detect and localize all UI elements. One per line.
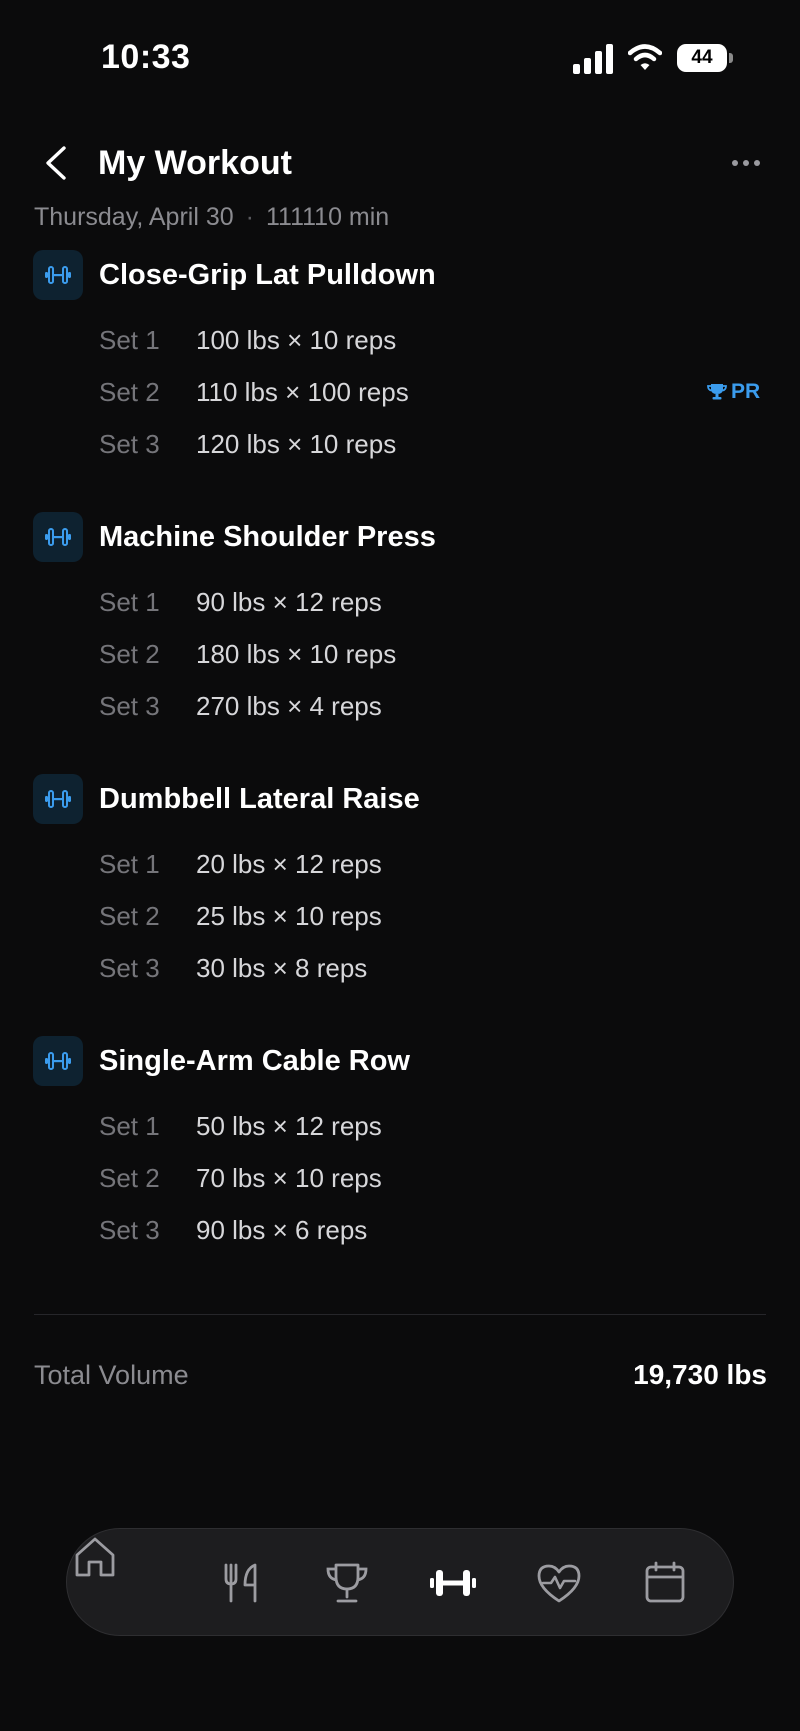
exercise-name: Single-Arm Cable Row [99,1045,410,1077]
back-button[interactable] [38,140,78,186]
status-time: 10:33 [101,38,191,76]
summary-divider [34,1314,766,1315]
set-row: Set 3 90 lbs × 6 reps [0,1210,800,1250]
exercise-icon-tile [33,774,83,824]
total-volume-value: 19,730 lbs [633,1359,767,1390]
dumbbell-icon [45,1052,71,1070]
set-label: Set 2 [99,1163,160,1193]
battery-icon: 44 [677,44,733,72]
more-options-button[interactable] [728,150,768,176]
set-row: Set 2 25 lbs × 10 reps [0,896,800,936]
wifi-icon [628,44,662,70]
set-row: Set 1 100 lbs × 10 reps [0,320,800,360]
exercise-name: Machine Shoulder Press [99,521,436,553]
set-value: 120 lbs × 10 reps [196,429,397,459]
heart-pulse-icon [537,1564,581,1603]
set-value: 90 lbs × 12 reps [196,587,382,617]
tab-calendar[interactable] [637,1555,693,1611]
tab-nutrition[interactable] [213,1555,269,1611]
set-label: Set 3 [99,953,160,983]
set-label: Set 3 [99,1215,160,1245]
set-value: 90 lbs × 6 reps [196,1215,368,1245]
set-row: Set 2 180 lbs × 10 reps [0,634,800,674]
set-value: 70 lbs × 10 reps [196,1163,382,1193]
set-label: Set 1 [99,849,160,879]
set-label: Set 3 [99,429,160,459]
set-value: 270 lbs × 4 reps [196,691,382,721]
set-row: Set 1 50 lbs × 12 reps [0,1106,800,1146]
set-row: Set 2 110 lbs × 100 reps PR [0,372,800,412]
tab-workout[interactable] [425,1555,481,1611]
exercise-icon-tile [33,1036,83,1086]
status-bar: 10:33 44 [0,0,800,120]
set-value: 100 lbs × 10 reps [196,325,397,355]
set-label: Set 2 [99,377,160,407]
set-label: Set 2 [99,639,160,669]
workout-date: Thursday, April 30 [34,203,234,231]
set-row: Set 2 70 lbs × 10 reps [0,1158,800,1198]
set-value: 180 lbs × 10 reps [196,639,397,669]
total-volume-label: Total Volume [34,1360,189,1390]
set-row: Set 1 20 lbs × 12 reps [0,844,800,884]
battery-level: 44 [677,44,727,72]
exercise-icon-tile [33,512,83,562]
fork-knife-icon [224,1563,257,1603]
set-label: Set 3 [99,691,160,721]
set-value: 110 lbs × 100 reps [196,377,409,407]
bottom-tab-bar [66,1528,734,1636]
set-row: Set 3 120 lbs × 10 reps [0,424,800,464]
calendar-icon [645,1561,685,1603]
set-row: Set 3 30 lbs × 8 reps [0,948,800,988]
set-value: 30 lbs × 8 reps [196,953,368,983]
page-title: My Workout [98,144,292,182]
pr-badge: PR [707,372,760,412]
set-value: 20 lbs × 12 reps [196,849,382,879]
dumbbell-icon [45,790,71,808]
workout-subtitle: Thursday, April 30 · 111110 min [34,203,389,232]
set-value: 50 lbs × 12 reps [196,1111,382,1141]
set-label: Set 1 [99,325,160,355]
trophy-icon [326,1563,368,1603]
set-value: 25 lbs × 10 reps [196,901,382,931]
dumbbell-icon [45,266,71,284]
chevron-left-icon [46,146,66,180]
tab-achievements[interactable] [319,1555,375,1611]
tab-health[interactable] [531,1555,587,1611]
nav-header: My Workout [0,130,800,200]
trophy-icon [707,384,727,400]
dumbbell-icon [430,1570,476,1596]
exercise-name: Dumbbell Lateral Raise [99,783,420,815]
set-label: Set 1 [99,1111,160,1141]
exercise-name: Close-Grip Lat Pulldown [99,259,436,291]
set-label: Set 1 [99,587,160,617]
set-row: Set 1 90 lbs × 12 reps [0,582,800,622]
set-label: Set 2 [99,901,160,931]
exercise-icon-tile [33,250,83,300]
cellular-signal-icon [573,44,613,74]
pr-badge-label: PR [731,380,761,403]
set-row: Set 3 270 lbs × 4 reps [0,686,800,726]
tab-home[interactable] [67,1529,733,1590]
dumbbell-icon [45,528,71,546]
workout-duration: 111110 min [265,203,390,231]
home-icon [75,1537,115,1577]
more-horizontal-icon [732,160,760,166]
separator-dot: · [245,203,254,231]
battery-tip [729,53,733,63]
